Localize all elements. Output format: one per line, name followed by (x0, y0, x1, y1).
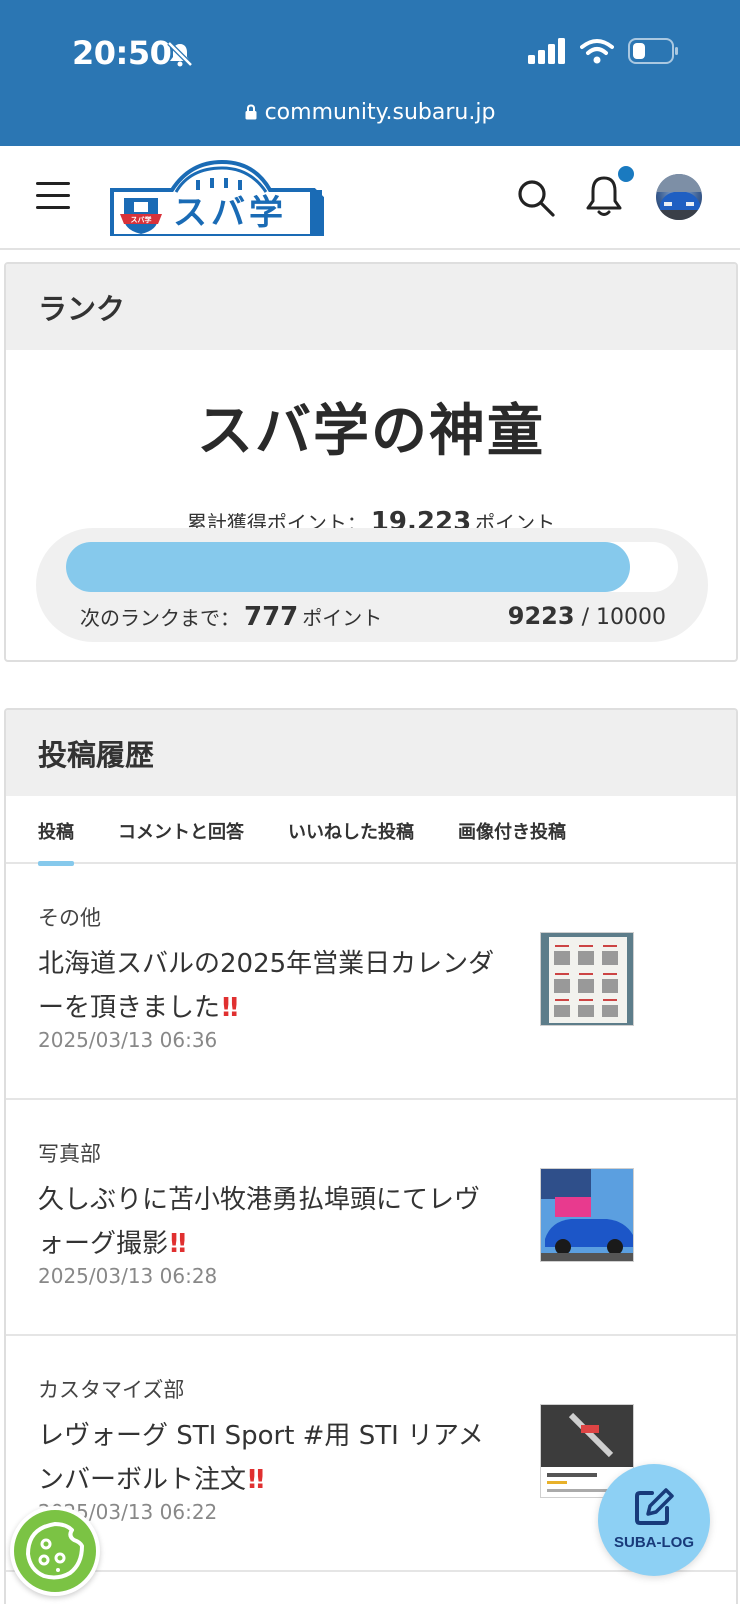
rank-card: ランク スバ学の神童 累計獲得ポイント： 19,223 ポイント 次のランクまで： 7… (4, 262, 738, 662)
suba-log-label: SUBA-LOG (614, 1534, 694, 1551)
lock-icon (245, 104, 257, 120)
double-exclamation-icon: ‼ (222, 993, 239, 1023)
menu-line (36, 182, 70, 185)
menu-line (36, 206, 70, 209)
next-rank-points: 777 (244, 602, 299, 632)
next-rank-unit: ポイント (302, 606, 383, 630)
history-tabs: 投稿 コメントと回答 いいねした投稿 画像付き投稿 (6, 796, 736, 866)
user-avatar[interactable] (656, 174, 702, 220)
post-thumbnail[interactable] (540, 932, 634, 1026)
progress-fill (66, 542, 631, 592)
status-time: 20:50 (72, 34, 172, 72)
hamburger-menu-button[interactable] (36, 182, 70, 210)
notification-bell-icon[interactable] (584, 174, 624, 218)
post-date: 2025/03/13 06:28 (38, 1264, 218, 1288)
post-list-item[interactable]: その他 北海道スバルの2025年営業日カレンダーを頂きました‼ 2025/03/… (6, 864, 736, 1100)
next-rank-label: 次のランクまで： (80, 606, 240, 630)
status-bar: 20:50 community.subaru.jp (0, 0, 740, 146)
post-date: 2025/03/13 06:36 (38, 1028, 218, 1052)
double-exclamation-icon: ‼ (170, 1229, 187, 1259)
notification-badge (618, 166, 634, 182)
search-icon[interactable] (516, 178, 556, 218)
post-title[interactable]: 北海道スバルの2025年営業日カレンダーを頂きました‼ (38, 942, 498, 1030)
battery-icon (628, 38, 678, 64)
progress-separator: / (581, 605, 589, 630)
app-header: スバ学 スバ学 (0, 146, 740, 250)
subagaku-logo[interactable]: スバ学 スバ学 (110, 160, 326, 236)
wifi-icon (580, 39, 614, 64)
logo-text: スバ学 (173, 193, 287, 233)
post-title[interactable]: レヴォーグ STI Sport #用 STI リアメンバーボルト注文‼ (38, 1414, 498, 1502)
next-rank-row: 次のランクまで： 777 ポイント (80, 602, 382, 632)
tab-liked-posts[interactable]: いいねした投稿 (288, 796, 414, 864)
cookie-icon (26, 1522, 84, 1580)
post-history-heading: 投稿履歴 (6, 710, 736, 796)
post-category: その他 (38, 906, 101, 930)
tab-comments-answers[interactable]: コメントと回答 (118, 796, 244, 864)
post-title-text: 北海道スバルの2025年営業日カレンダーを頂きました (38, 949, 495, 1023)
post-category: カスタマイズ部 (38, 1378, 185, 1402)
tab-image-posts[interactable]: 画像付き投稿 (458, 796, 566, 864)
rank-heading: ランク (6, 264, 736, 350)
progress-ratio: 9223 / 10000 (508, 602, 666, 630)
url-bar[interactable]: community.subaru.jp (0, 100, 740, 125)
edit-note-icon (635, 1488, 674, 1525)
url-text: community.subaru.jp (264, 100, 496, 125)
calendar-photo-image (541, 933, 633, 1025)
double-exclamation-icon: ‼ (248, 1465, 265, 1495)
progress-current: 9223 (507, 602, 575, 630)
signal-icon (528, 38, 565, 64)
progress-track (66, 542, 678, 592)
menu-line (36, 194, 70, 197)
post-title-text: 久しぶりに苫小牧港勇払埠頭にてレヴォーグ撮影 (38, 1185, 481, 1259)
blue-car-photo-image (541, 1169, 633, 1261)
logo-badge-text: スバ学 (131, 215, 152, 224)
status-indicators (528, 38, 680, 64)
progress-max: 10000 (596, 605, 666, 630)
rank-title: スバ学の神童 (197, 399, 545, 464)
suba-log-button[interactable]: SUBA-LOG (598, 1464, 710, 1576)
cookie-settings-button[interactable] (10, 1506, 100, 1596)
silent-bell-icon (167, 41, 193, 67)
tab-posts[interactable]: 投稿 (38, 796, 74, 866)
post-title[interactable]: 久しぶりに苫小牧港勇払埠頭にてレヴォーグ撮影‼ (38, 1178, 498, 1266)
post-category: 写真部 (38, 1142, 101, 1166)
avatar-car-image (656, 174, 702, 220)
rank-progress-panel: 次のランクまで： 777 ポイント 9223 / 10000 (36, 528, 708, 642)
post-list-item[interactable]: 写真部 久しぶりに苫小牧港勇払埠頭にてレヴォーグ撮影‼ 2025/03/13 0… (6, 1100, 736, 1336)
post-thumbnail[interactable] (540, 1168, 634, 1262)
